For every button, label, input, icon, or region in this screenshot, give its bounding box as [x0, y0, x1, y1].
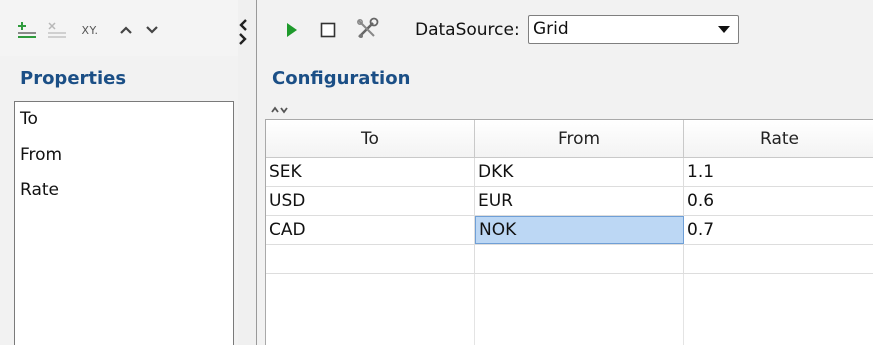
- tools-button[interactable]: [354, 16, 380, 42]
- table-cell[interactable]: [684, 245, 873, 273]
- run-icon: [287, 23, 297, 37]
- grid-header: To From Rate: [266, 120, 873, 158]
- properties-list[interactable]: To From Rate: [14, 101, 234, 345]
- move-down-icon: [146, 26, 158, 34]
- tools-icon: [357, 17, 379, 38]
- table-cell[interactable]: [266, 245, 475, 273]
- column-header-to[interactable]: To: [266, 120, 475, 158]
- add-property-icon: [18, 22, 36, 38]
- configuration-grid[interactable]: To From Rate SEK DKK 1.1 USD EUR 0.6 CAD…: [265, 119, 873, 345]
- grid-column-divider: [683, 274, 684, 345]
- expand-right-icon[interactable]: [238, 33, 248, 45]
- table-cell[interactable]: CAD: [266, 216, 475, 244]
- table-cell[interactable]: 0.6: [684, 187, 873, 215]
- xy-button[interactable]: XY.: [75, 20, 105, 40]
- grid-column-divider: [474, 274, 475, 345]
- remove-property-button[interactable]: [46, 20, 68, 40]
- configuration-title: Configuration: [272, 68, 411, 89]
- panel-splitter[interactable]: [238, 0, 256, 345]
- datasource-select[interactable]: Grid: [528, 15, 739, 44]
- datasource-value: Grid: [533, 19, 569, 39]
- column-header-from[interactable]: From: [475, 120, 684, 158]
- table-row[interactable]: SEK DKK 1.1: [266, 158, 873, 187]
- stop-icon: [320, 22, 336, 38]
- sort-indicator-icon[interactable]: [271, 103, 291, 115]
- add-property-button[interactable]: [16, 20, 38, 40]
- table-cell[interactable]: 0.7: [684, 216, 873, 244]
- run-button[interactable]: [285, 20, 299, 40]
- stop-button[interactable]: [319, 21, 337, 39]
- properties-toolbar: XY.: [0, 0, 238, 56]
- table-cell[interactable]: SEK: [266, 158, 475, 186]
- collapse-left-icon[interactable]: [238, 19, 248, 31]
- property-item-from[interactable]: From: [20, 145, 62, 165]
- table-row[interactable]: CAD NOK 0.7: [266, 216, 873, 245]
- xy-icon: XY.: [81, 23, 99, 37]
- table-cell[interactable]: EUR: [475, 187, 684, 215]
- property-item-to[interactable]: To: [20, 109, 38, 129]
- configuration-toolbar: DataSource: Grid: [257, 0, 873, 56]
- table-cell[interactable]: DKK: [475, 158, 684, 186]
- move-up-button[interactable]: [116, 22, 136, 38]
- property-item-rate[interactable]: Rate: [20, 180, 59, 200]
- datasource-label: DataSource:: [415, 20, 520, 40]
- table-row-new[interactable]: [266, 245, 873, 274]
- table-cell[interactable]: USD: [266, 187, 475, 215]
- chevron-down-icon: [718, 26, 730, 33]
- table-row[interactable]: USD EUR 0.6: [266, 187, 873, 216]
- column-header-rate[interactable]: Rate: [684, 120, 873, 158]
- configuration-panel: DataSource: Grid Configuration To From R…: [256, 0, 873, 345]
- properties-title: Properties: [20, 68, 127, 89]
- properties-panel: XY. Properties To From Rate: [0, 0, 238, 345]
- remove-property-icon: [48, 22, 66, 38]
- move-up-icon: [120, 26, 132, 34]
- move-down-button[interactable]: [142, 22, 162, 38]
- table-cell[interactable]: 1.1: [684, 158, 873, 186]
- table-cell-selected[interactable]: NOK: [475, 216, 684, 244]
- table-cell[interactable]: [475, 245, 684, 273]
